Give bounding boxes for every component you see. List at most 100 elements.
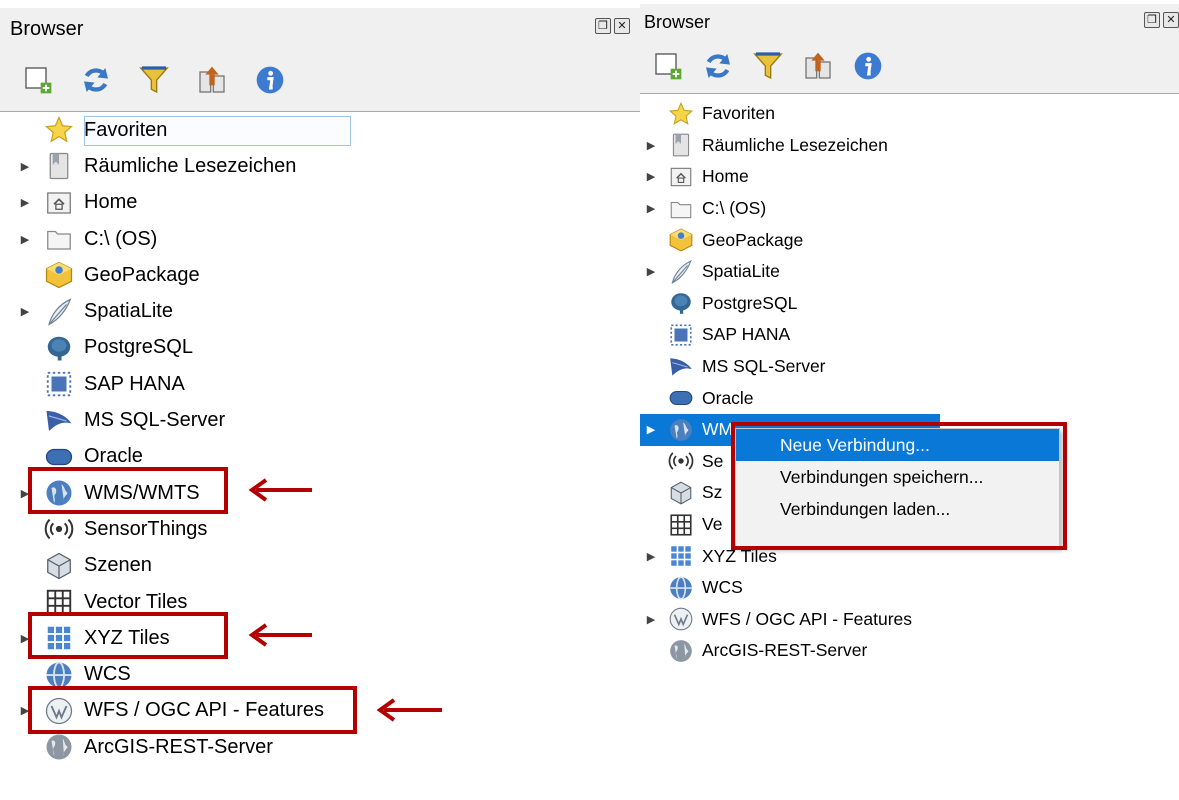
expand-arrow-icon[interactable]: ▶ xyxy=(642,613,660,626)
cube-icon xyxy=(668,480,694,506)
tree-item[interactable]: WCS xyxy=(640,572,1179,604)
browser-tree: Favoriten ▶ Räumliche Lesezeichen ▶ Home ▶ C:\… xyxy=(640,98,1179,667)
tree-item[interactable]: ▶ Home xyxy=(640,161,1179,193)
add-layer-icon[interactable] xyxy=(22,64,54,96)
tree-item-label: XYZ Tiles xyxy=(84,626,170,649)
refresh-icon[interactable] xyxy=(702,50,734,82)
tree-item[interactable]: SensorThings xyxy=(0,511,640,547)
tree-item[interactable]: Oracle xyxy=(0,439,640,475)
tree-item[interactable]: ▶ WFS / OGC API - Features xyxy=(0,693,640,729)
browser-toolbar xyxy=(652,50,884,82)
tree-item[interactable]: GeoPackage xyxy=(640,224,1179,256)
collapse-all-icon[interactable] xyxy=(196,64,228,96)
window-buttons: ❐ ✕ xyxy=(595,18,630,34)
tree-item-label: Se xyxy=(702,450,724,471)
expand-arrow-icon[interactable]: ▶ xyxy=(14,704,36,717)
wfs-icon xyxy=(668,606,694,632)
browser-panel-left: Browser ❐ ✕ Favoriten ▶ Räumliche Lesezeic… xyxy=(0,0,640,800)
xyz-tiles-icon xyxy=(44,623,74,653)
annotation-arrow-wfs xyxy=(376,698,442,722)
tree-item[interactable]: Favoriten xyxy=(640,98,1179,130)
context-menu-item[interactable]: Verbindungen laden... xyxy=(736,493,1059,525)
restore-icon[interactable]: ❐ xyxy=(1144,12,1160,28)
tree-item[interactable]: ▶ WFS / OGC API - Features xyxy=(640,604,1179,636)
close-icon[interactable]: ✕ xyxy=(1163,12,1179,28)
tree-item[interactable]: ▶ Home xyxy=(0,185,640,221)
expand-arrow-icon[interactable]: ▶ xyxy=(14,632,36,645)
tree-item-label: Ve xyxy=(702,514,723,535)
tree-item-label: ArcGIS-REST-Server xyxy=(702,640,868,661)
refresh-icon[interactable] xyxy=(80,64,112,96)
add-layer-icon[interactable] xyxy=(652,50,684,82)
expand-arrow-icon[interactable]: ▶ xyxy=(642,550,660,563)
tree-item-label: Oracle xyxy=(84,445,143,468)
oracle-icon xyxy=(44,442,74,472)
tree-item[interactable]: MS SQL-Server xyxy=(640,351,1179,383)
elephant-icon xyxy=(44,333,74,363)
expand-arrow-icon[interactable]: ▶ xyxy=(14,160,36,173)
tree-item[interactable]: Oracle xyxy=(640,382,1179,414)
expand-arrow-icon[interactable]: ▶ xyxy=(642,139,660,152)
tree-item-label: WM xyxy=(702,419,734,440)
wcs-globe-icon xyxy=(668,575,694,601)
tree-item[interactable]: ArcGIS-REST-Server xyxy=(0,729,640,765)
tree-item[interactable]: GeoPackage xyxy=(0,257,640,293)
context-menu-item[interactable]: Verbindungen speichern... xyxy=(736,461,1059,493)
tree-item-label: GeoPackage xyxy=(84,263,200,286)
tree-item-label: SensorThings xyxy=(84,517,208,540)
tree-item-label: SpatiaLite xyxy=(84,300,173,323)
tree-item[interactable]: ▶ SpatiaLite xyxy=(640,256,1179,288)
expand-arrow-icon[interactable]: ▶ xyxy=(642,202,660,215)
tree-item[interactable]: ▶ Räumliche Lesezeichen xyxy=(0,148,640,184)
tree-item-label: Szenen xyxy=(84,554,152,577)
tree-item[interactable]: ▶ XYZ Tiles xyxy=(0,620,640,656)
star-icon xyxy=(44,115,74,145)
globe-icon xyxy=(668,417,694,443)
tree-item[interactable]: ▶ C:\ (OS) xyxy=(640,193,1179,225)
tree-item[interactable]: PostgreSQL xyxy=(0,330,640,366)
tree-item[interactable]: ArcGIS-REST-Server xyxy=(640,635,1179,667)
feather-icon xyxy=(668,259,694,285)
tree-item[interactable]: Favoriten xyxy=(0,112,640,148)
annotation-arrow-xyz xyxy=(248,623,312,647)
expand-arrow-icon[interactable]: ▶ xyxy=(642,423,660,436)
cube-icon xyxy=(44,551,74,581)
expand-arrow-icon[interactable]: ▶ xyxy=(14,196,36,209)
bookmarks-icon xyxy=(44,151,74,181)
filter-icon[interactable] xyxy=(752,50,784,82)
tree-item[interactable]: ▶ Räumliche Lesezeichen xyxy=(640,130,1179,162)
expand-arrow-icon[interactable]: ▶ xyxy=(14,233,36,246)
tree-item-label: PostgreSQL xyxy=(702,292,798,313)
tree-item[interactable]: ▶ SpatiaLite xyxy=(0,293,640,329)
info-icon[interactable] xyxy=(852,50,884,82)
tree-item[interactable]: PostgreSQL xyxy=(640,288,1179,320)
tree-item[interactable]: ▶ C:\ (OS) xyxy=(0,221,640,257)
expand-arrow-icon[interactable]: ▶ xyxy=(14,305,36,318)
tree-item[interactable]: MS SQL-Server xyxy=(0,402,640,438)
expand-arrow-icon[interactable]: ▶ xyxy=(642,170,660,183)
browser-tree: Favoriten ▶ Räumliche Lesezeichen ▶ Home ▶ C:\… xyxy=(0,112,640,765)
panel-title: Browser xyxy=(644,12,711,32)
tree-item[interactable]: SAP HANA xyxy=(640,319,1179,351)
expand-arrow-icon[interactable]: ▶ xyxy=(14,487,36,500)
xyz-tiles-icon xyxy=(668,543,694,569)
close-icon[interactable]: ✕ xyxy=(614,18,630,34)
context-menu: Neue Verbindung... Verbindungen speichern… xyxy=(735,428,1060,548)
elephant-icon xyxy=(668,290,694,316)
tree-item-label: Home xyxy=(702,166,749,187)
restore-icon[interactable]: ❐ xyxy=(595,18,611,34)
oracle-icon xyxy=(668,385,694,411)
arcgis-globe-icon xyxy=(668,638,694,664)
context-menu-item[interactable]: Neue Verbindung... xyxy=(736,429,1059,461)
tree-item[interactable]: Szenen xyxy=(0,548,640,584)
tree-item[interactable]: SAP HANA xyxy=(0,366,640,402)
tree-item[interactable]: Vector Tiles xyxy=(0,584,640,620)
tree-item[interactable]: WCS xyxy=(0,656,640,692)
filter-icon[interactable] xyxy=(138,64,170,96)
tree-item[interactable]: ▶ WMS/WMTS xyxy=(0,475,640,511)
globe-icon xyxy=(44,478,74,508)
collapse-all-icon[interactable] xyxy=(802,50,834,82)
info-icon[interactable] xyxy=(254,64,286,96)
tree-item-label: SAP HANA xyxy=(702,324,791,345)
expand-arrow-icon[interactable]: ▶ xyxy=(642,265,660,278)
